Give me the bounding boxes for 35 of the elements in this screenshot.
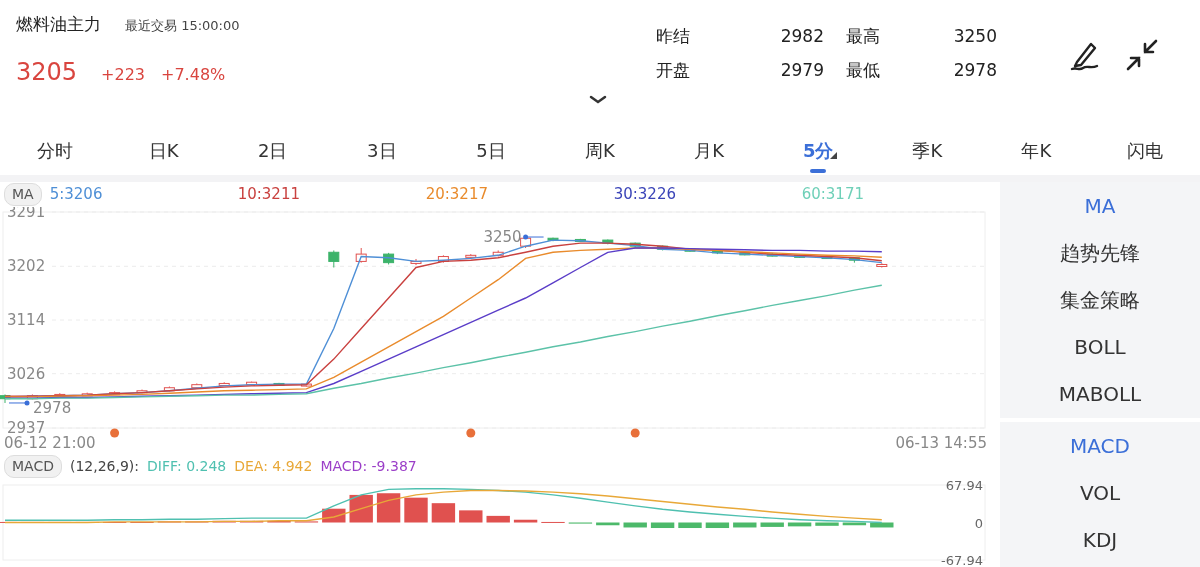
indicator-tag: MACD bbox=[4, 454, 62, 478]
quote-label: 最低 bbox=[845, 58, 881, 82]
macd-legend: DIFF: 0.248 bbox=[147, 455, 227, 477]
ma-legend: 5:3206 bbox=[49, 183, 238, 206]
ma-legend: 60:3171 bbox=[801, 183, 922, 206]
ma-legend: 10:3211 bbox=[237, 183, 426, 206]
price-label: 3250 bbox=[483, 228, 522, 246]
trade-time: 最近交易 15:00:00 bbox=[125, 17, 240, 35]
axis-label: 3202 bbox=[7, 257, 46, 276]
ma-legend: 20:3217 bbox=[425, 183, 614, 206]
axis-label: 0 bbox=[974, 515, 983, 531]
quote-value: 2982 bbox=[779, 25, 825, 48]
quote-value: 2978 bbox=[952, 58, 998, 82]
time-label: 06-13 14:55 bbox=[895, 434, 987, 452]
axis-label: 2937 bbox=[7, 419, 46, 437]
price-label: 2978 bbox=[33, 399, 72, 417]
instrument-name: 燃料油主力 bbox=[16, 13, 101, 36]
quote-value: 2979 bbox=[779, 58, 825, 82]
macd-legend: DEA: 4.942 bbox=[234, 455, 313, 477]
last-price: 3205 bbox=[16, 56, 78, 88]
change-percent: +7.48% bbox=[161, 63, 226, 86]
ma-legend: 30:3226 bbox=[613, 183, 802, 206]
indicator-params: (12,26,9): bbox=[69, 456, 140, 476]
quote-label: 昨结 bbox=[656, 25, 691, 48]
time-label: 06-12 21:00 bbox=[4, 434, 96, 452]
quote-value: 3250 bbox=[952, 25, 998, 48]
axis-label: -67.94 bbox=[941, 553, 983, 567]
axis-label: 3026 bbox=[7, 364, 46, 383]
macd-legend: MACD: -9.387 bbox=[320, 455, 417, 477]
quote-label: 最高 bbox=[845, 25, 881, 48]
axis-label: 3114 bbox=[7, 311, 46, 329]
quote-label: 开盘 bbox=[656, 58, 691, 82]
indicator-tag: MA bbox=[4, 183, 42, 206]
price-change: +223 bbox=[101, 63, 146, 86]
axis-label: 67.94 bbox=[945, 480, 983, 493]
